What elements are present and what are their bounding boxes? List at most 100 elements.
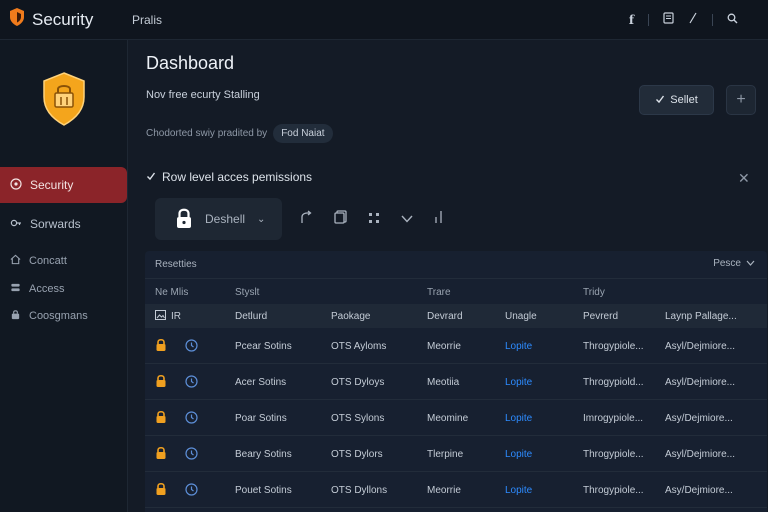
chevron-down-icon[interactable] bbox=[400, 211, 414, 229]
section-header[interactable]: Row level acces pemissions bbox=[146, 170, 312, 184]
column-header[interactable]: Detlurd bbox=[235, 311, 267, 322]
cell-device: Meomine bbox=[427, 413, 469, 424]
lock-icon bbox=[155, 410, 167, 427]
group-header: Tridy bbox=[583, 287, 605, 298]
table-row[interactable]: Pcear Sotins OTS Ayloms Meorrie Lopite Throg… bbox=[145, 328, 767, 364]
chevron-down-icon: ⌄ bbox=[257, 213, 266, 225]
key-icon bbox=[10, 217, 22, 232]
page-title: Dashboard bbox=[146, 53, 235, 73]
cell-name: Pcear Sotins bbox=[235, 341, 292, 352]
table-filter[interactable]: Pesce bbox=[713, 258, 755, 269]
sidebar-item-concatt[interactable]: Concatt bbox=[0, 251, 128, 271]
filter-label: Pesce bbox=[713, 258, 741, 269]
select-button-label: Sellet bbox=[670, 94, 698, 106]
lock-icon bbox=[155, 482, 167, 499]
cell-package: OTS Dyloys bbox=[331, 377, 385, 388]
cell-layer: Asyl/Dejmiore... bbox=[665, 449, 736, 460]
cell-layer: Asyl/Dejmiore... bbox=[665, 377, 736, 388]
edit-icon[interactable] bbox=[688, 12, 698, 27]
table-row[interactable]: Acer Sotins OTS Dyloys Meotiia Lopite Throgy… bbox=[145, 364, 767, 400]
cell-permission: Throgypiole... bbox=[583, 449, 644, 460]
cell-status-link[interactable]: Lopite bbox=[505, 377, 532, 388]
cell-permission: Imrogypiole... bbox=[583, 413, 644, 424]
select-button[interactable]: Sellet bbox=[639, 85, 714, 115]
clock-icon[interactable] bbox=[185, 375, 198, 391]
lock-icon bbox=[155, 374, 167, 391]
cell-permission: Throgypiold... bbox=[583, 377, 644, 388]
app-title: Security bbox=[32, 9, 94, 29]
divider bbox=[712, 13, 713, 26]
copy-icon[interactable] bbox=[334, 210, 348, 229]
search-icon[interactable] bbox=[727, 13, 738, 27]
sidebar-item-sorwards[interactable]: Sorwards bbox=[0, 213, 128, 235]
sidebar-item-access[interactable]: Access bbox=[0, 279, 128, 299]
lock-icon bbox=[10, 309, 21, 323]
database-icon bbox=[10, 282, 21, 296]
document-icon[interactable] bbox=[663, 12, 674, 27]
topbar-title: Pralis bbox=[132, 12, 163, 27]
cell-name: Acer Sotins bbox=[235, 377, 287, 388]
lock-select[interactable]: Deshell ⌄ bbox=[155, 198, 282, 240]
brand[interactable]: Security bbox=[0, 0, 128, 40]
cell-device: Meorrie bbox=[427, 341, 461, 352]
page-subtitle: Nov free ecurty Stalling bbox=[146, 89, 260, 101]
lock-icon bbox=[155, 446, 167, 463]
cell-status-link[interactable]: Lopite bbox=[505, 341, 532, 352]
cell-package: OTS Dylors bbox=[331, 449, 383, 460]
column-header[interactable]: IR bbox=[171, 311, 181, 322]
shield-lock-icon bbox=[40, 71, 88, 132]
cell-permission: Throgypiole... bbox=[583, 485, 644, 496]
column-header[interactable]: Devrard bbox=[427, 311, 463, 322]
table-row[interactable]: Poar Sotins OTS Sylons Meomine Lopite Imrogy… bbox=[145, 400, 767, 436]
cell-device: Meotiia bbox=[427, 377, 460, 388]
table-row[interactable]: Pouet Sotins OTS Dyllons Meorrie Lopite Thro… bbox=[145, 472, 767, 508]
sidebar-item-label: Access bbox=[29, 283, 65, 295]
data-table: Resetties Pesce Ne Mlis Styslt Trare Tri… bbox=[145, 251, 767, 512]
chevron-down-icon bbox=[746, 258, 755, 269]
plus-icon: + bbox=[736, 91, 746, 108]
column-icon[interactable] bbox=[434, 210, 444, 229]
column-header[interactable]: Unagle bbox=[505, 311, 537, 322]
facebook-icon[interactable]: f bbox=[629, 13, 634, 27]
share-icon[interactable] bbox=[300, 210, 314, 229]
section-title: Row level acces pemissions bbox=[162, 170, 313, 184]
clock-icon[interactable] bbox=[185, 447, 198, 463]
cell-name: Pouet Sotins bbox=[235, 485, 292, 496]
security-icon bbox=[10, 177, 22, 193]
cell-layer: Asy/Dejmiore... bbox=[665, 485, 733, 496]
sidebar-item-security[interactable]: Security bbox=[0, 167, 127, 203]
cell-permission: Throgypiole... bbox=[583, 341, 644, 352]
sidebar: Security Security Sorwards Concatt Acces… bbox=[0, 0, 128, 512]
lock-icon bbox=[155, 338, 167, 355]
table-row[interactable]: Beary Sotins OTS Dylors Tlerpine Lopite Thro… bbox=[145, 436, 767, 472]
sidebar-item-coosgmans[interactable]: Coosgmans bbox=[0, 306, 128, 326]
close-icon[interactable]: ✕ bbox=[738, 170, 750, 187]
group-header: Ne Mlis bbox=[155, 287, 189, 298]
meta-pill[interactable]: Fod Naiat bbox=[273, 124, 333, 143]
cell-layer: Asy/Dejmiore... bbox=[665, 413, 733, 424]
padlock-icon bbox=[175, 207, 193, 232]
cell-device: Tlerpine bbox=[427, 449, 464, 460]
grid-icon[interactable] bbox=[368, 211, 380, 229]
column-header[interactable]: Laynp Pallage... bbox=[665, 311, 737, 322]
add-button[interactable]: + bbox=[726, 85, 756, 115]
group-header: Styslt bbox=[235, 287, 260, 298]
cell-status-link[interactable]: Lopite bbox=[505, 449, 532, 460]
cell-status-link[interactable]: Lopite bbox=[505, 485, 532, 496]
column-header[interactable]: Paokage bbox=[331, 311, 370, 322]
cell-layer: Asyl/Dejmiore... bbox=[665, 341, 736, 352]
clock-icon[interactable] bbox=[185, 483, 198, 499]
cell-status-link[interactable]: Lopite bbox=[505, 413, 532, 424]
toolbar-icons bbox=[300, 210, 444, 229]
check-icon bbox=[146, 170, 156, 184]
shield-icon bbox=[8, 7, 26, 32]
meta-label: Chodorted swiy pradited by bbox=[146, 128, 268, 139]
divider bbox=[648, 13, 649, 26]
check-icon bbox=[655, 94, 665, 107]
clock-icon[interactable] bbox=[185, 411, 198, 427]
clock-icon[interactable] bbox=[185, 339, 198, 355]
cell-package: OTS Ayloms bbox=[331, 341, 387, 352]
main-content: Dashboard Nov free ecurty Stalling Chodo… bbox=[128, 40, 768, 512]
column-header[interactable]: Pevrerd bbox=[583, 311, 618, 322]
lock-select-label: Deshell bbox=[205, 212, 246, 226]
